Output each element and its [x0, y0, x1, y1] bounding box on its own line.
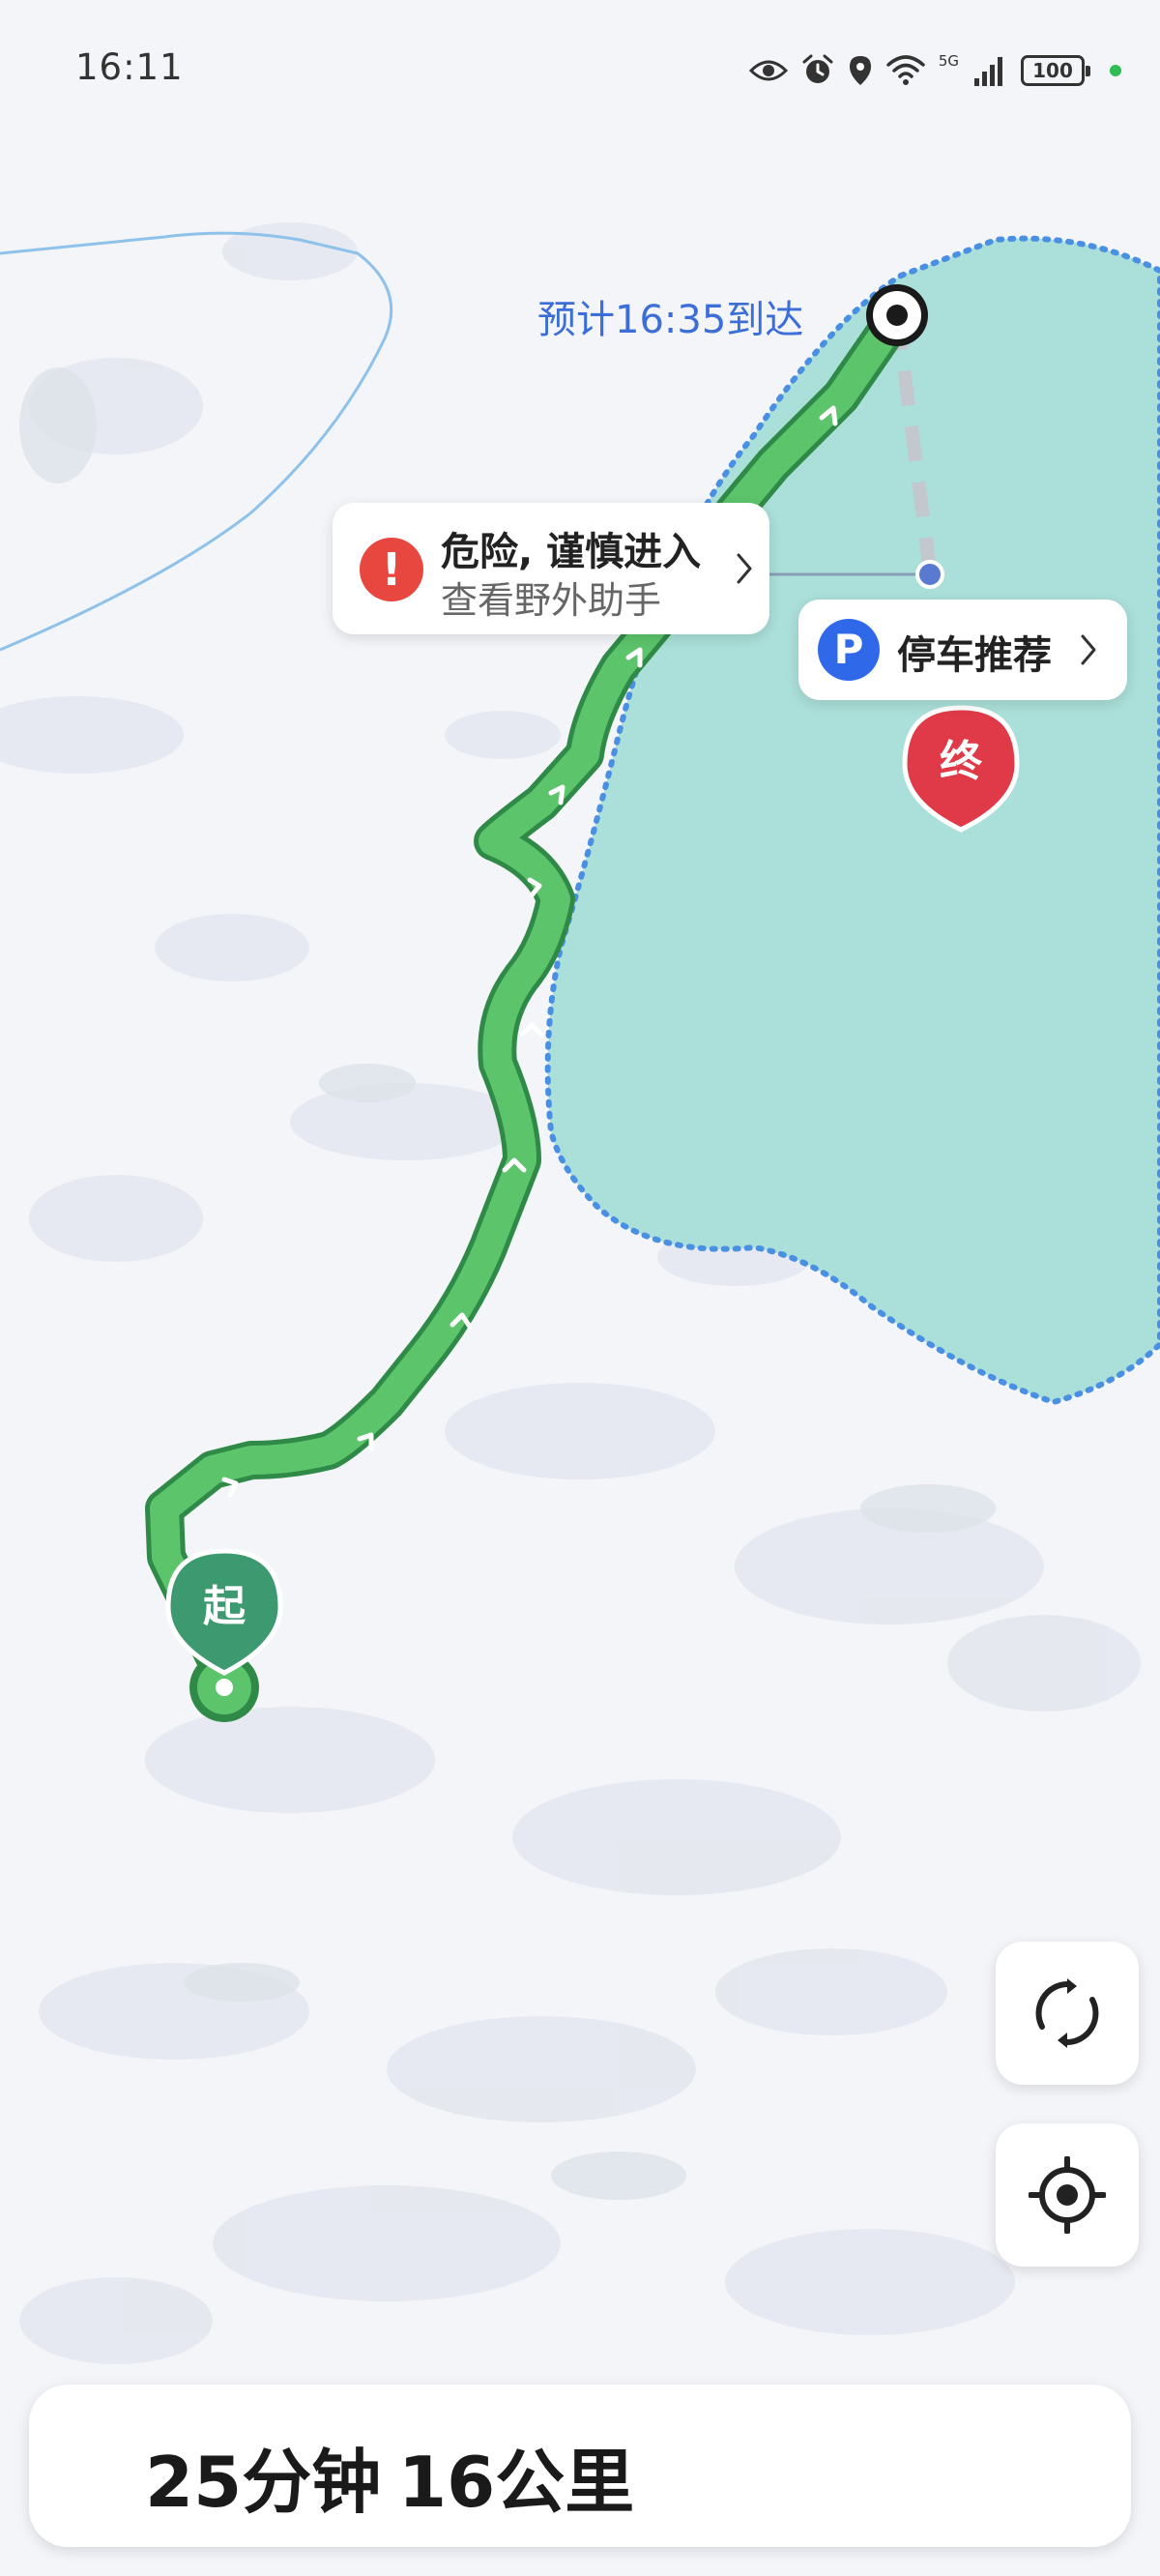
parking-recommend-card[interactable]: P 停车推荐	[798, 600, 1127, 700]
parking-icon: P	[818, 619, 880, 681]
battery-level: 100	[1032, 59, 1073, 82]
chevron-right-icon	[1081, 634, 1096, 665]
svg-text:起: 起	[203, 1582, 246, 1631]
alarm-icon	[802, 54, 833, 83]
route-distance: 16公里	[398, 2442, 635, 2523]
exclamation-icon: !	[360, 538, 423, 601]
wifi-icon	[886, 55, 925, 85]
map-canvas[interactable]: 终 起	[0, 0, 1160, 2576]
route-summary-panel[interactable]: 25分钟 16公里	[29, 2385, 1131, 2547]
status-time: 16:11	[75, 46, 184, 88]
chevron-right-icon	[737, 553, 752, 584]
eye-icon	[748, 60, 788, 81]
locate-me-button[interactable]	[996, 2123, 1139, 2267]
danger-subtitle: 查看野外助手	[441, 579, 662, 622]
danger-title: 危险, 谨慎进入	[441, 530, 702, 574]
destination-point[interactable]	[866, 284, 928, 346]
signal-icon	[974, 57, 1002, 86]
parking-label: 停车推荐	[897, 633, 1052, 678]
eta-label: 预计16:35到达	[530, 288, 812, 344]
parking-point	[915, 560, 944, 589]
refresh-route-button[interactable]	[996, 1942, 1139, 2085]
crosshair-icon	[1029, 2156, 1106, 2234]
status-icons: 5G 100	[748, 48, 1121, 93]
refresh-icon	[1035, 1978, 1099, 2048]
status-bar: 16:11 5G 100	[0, 0, 1160, 135]
privacy-indicator	[1110, 65, 1121, 76]
danger-warning-card[interactable]: ! 危险, 谨慎进入 查看野外助手	[333, 503, 769, 634]
network-label: 5G	[938, 52, 959, 70]
battery-icon: 100	[1021, 55, 1090, 86]
svg-text:终: 终	[940, 737, 983, 786]
route-duration: 25分钟	[145, 2442, 382, 2523]
location-pin-icon	[849, 56, 871, 85]
